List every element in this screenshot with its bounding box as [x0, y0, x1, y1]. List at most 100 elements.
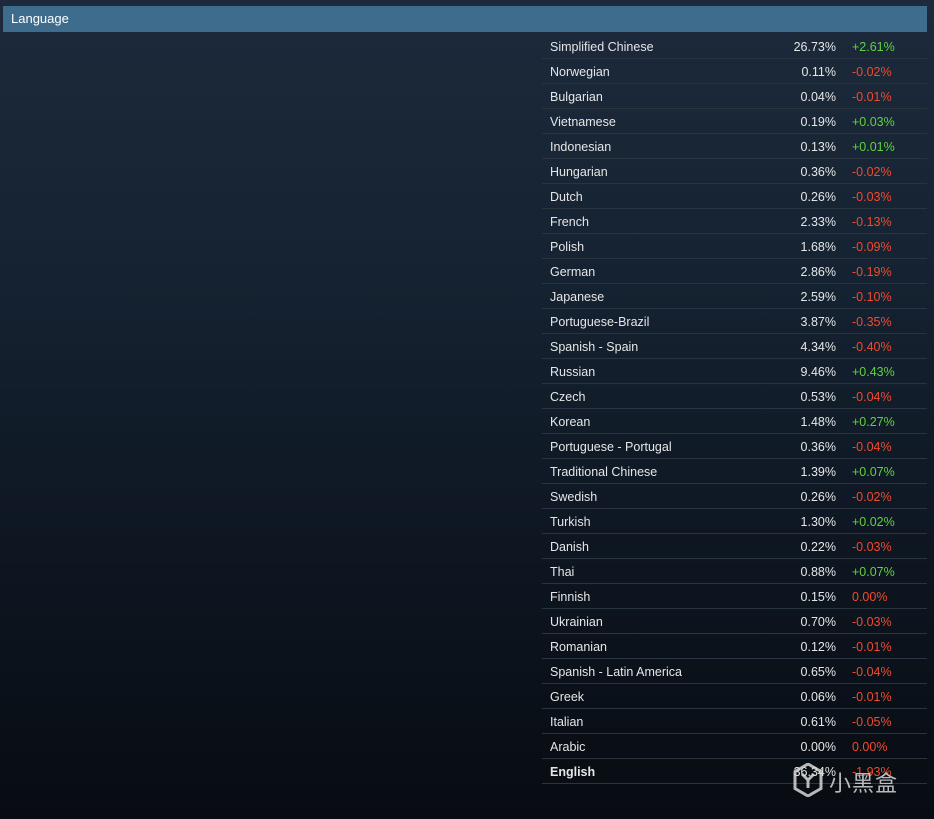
- language-percentage: 9.46%: [800, 365, 836, 379]
- language-change: +2.61%: [852, 40, 895, 54]
- language-name: Korean: [550, 415, 591, 429]
- heybox-logo-icon: [793, 761, 823, 802]
- language-percentage: 0.61%: [800, 715, 836, 729]
- language-percentage: 0.22%: [800, 540, 836, 554]
- language-percentage: 0.53%: [800, 390, 836, 404]
- language-row: Portuguese - Portugal 0.36% -0.04%: [542, 434, 927, 459]
- language-name: Turkish: [550, 515, 591, 529]
- language-name: Arabic: [550, 740, 586, 754]
- section-title: Language: [11, 11, 69, 26]
- language-percentage: 0.04%: [800, 90, 836, 104]
- language-percentage: 0.06%: [800, 690, 836, 704]
- language-row: Portuguese-Brazil 3.87% -0.35%: [542, 309, 927, 334]
- language-row: Thai 0.88% +0.07%: [542, 559, 927, 584]
- language-name: Polish: [550, 240, 585, 254]
- language-name: Bulgarian: [550, 90, 603, 104]
- language-row: Vietnamese 0.19% +0.03%: [542, 109, 927, 134]
- language-change: -0.03%: [852, 615, 892, 629]
- language-change: -0.04%: [852, 665, 892, 679]
- language-row: Japanese 2.59% -0.10%: [542, 284, 927, 309]
- language-row: Simplified Chinese 26.73% +2.61%: [542, 34, 927, 59]
- language-change: +0.07%: [852, 465, 895, 479]
- language-name: Greek: [550, 690, 585, 704]
- watermark-text: 小黑盒: [829, 771, 899, 796]
- language-percentage: 0.13%: [800, 140, 836, 154]
- language-change: -0.09%: [852, 240, 892, 254]
- language-change: -0.04%: [852, 440, 892, 454]
- language-name: Dutch: [550, 190, 583, 204]
- language-change: +0.02%: [852, 515, 895, 529]
- language-name: Japanese: [550, 290, 605, 304]
- language-change: +0.03%: [852, 115, 895, 129]
- language-percentage: 3.87%: [800, 315, 836, 329]
- language-row: Russian 9.46% +0.43%: [542, 359, 927, 384]
- language-percentage: 0.65%: [800, 665, 836, 679]
- language-row: Greek 0.06% -0.01%: [542, 684, 927, 709]
- language-change: -0.02%: [852, 490, 892, 504]
- language-name: Swedish: [550, 490, 598, 504]
- language-row: Polish 1.68% -0.09%: [542, 234, 927, 259]
- language-percentage: 0.11%: [801, 65, 836, 79]
- language-row: German 2.86% -0.19%: [542, 259, 927, 284]
- language-table: Simplified Chinese 26.73% +2.61% Norwegian 0…: [542, 34, 927, 784]
- language-change: -0.02%: [852, 165, 892, 179]
- language-change: -0.05%: [852, 715, 892, 729]
- language-row: Spanish - Spain 4.34% -0.40%: [542, 334, 927, 359]
- language-name: Finnish: [550, 590, 591, 604]
- language-percentage: 1.30%: [800, 515, 836, 529]
- language-name: Danish: [550, 540, 589, 554]
- language-name: Spanish - Latin America: [550, 665, 683, 679]
- language-percentage: 0.15%: [800, 590, 836, 604]
- language-percentage: 1.48%: [800, 415, 836, 429]
- language-change: -0.04%: [852, 390, 892, 404]
- language-percentage: 1.68%: [800, 240, 836, 254]
- language-change: -0.35%: [852, 315, 892, 329]
- language-row: Traditional Chinese 1.39% +0.07%: [542, 459, 927, 484]
- language-percentage: 1.39%: [800, 465, 836, 479]
- language-change: +0.43%: [852, 365, 895, 379]
- language-name: Portuguese-Brazil: [550, 315, 650, 329]
- language-row: Korean 1.48% +0.27%: [542, 409, 927, 434]
- language-change: -0.02%: [852, 65, 892, 79]
- language-name: Norwegian: [550, 65, 610, 79]
- language-percentage: 2.86%: [800, 265, 836, 279]
- language-name: Hungarian: [550, 165, 608, 179]
- language-percentage: 0.19%: [800, 115, 836, 129]
- language-row: Hungarian 0.36% -0.02%: [542, 159, 927, 184]
- language-change: -0.01%: [852, 640, 892, 654]
- language-name: Czech: [550, 390, 586, 404]
- language-name: Indonesian: [550, 140, 612, 154]
- language-change: -0.03%: [852, 190, 892, 204]
- language-name: Vietnamese: [550, 115, 616, 129]
- language-name: Simplified Chinese: [550, 40, 654, 54]
- language-name: Thai: [550, 565, 575, 579]
- language-row: Finnish 0.15% 0.00%: [542, 584, 927, 609]
- language-percentage: 26.73%: [793, 40, 836, 54]
- watermark: 小黑盒: [793, 761, 899, 802]
- language-percentage: 0.70%: [800, 615, 836, 629]
- language-change: -0.01%: [852, 690, 892, 704]
- language-row: Bulgarian 0.04% -0.01%: [542, 84, 927, 109]
- language-row: Romanian 0.12% -0.01%: [542, 634, 927, 659]
- language-row: Swedish 0.26% -0.02%: [542, 484, 927, 509]
- language-percentage: 4.34%: [800, 340, 836, 354]
- language-name: Russian: [550, 365, 596, 379]
- language-row: Norwegian 0.11% -0.02%: [542, 59, 927, 84]
- language-name: French: [550, 215, 589, 229]
- language-change: +0.07%: [852, 565, 895, 579]
- language-percentage: 0.12%: [800, 640, 836, 654]
- language-name: Romanian: [550, 640, 607, 654]
- language-row: Danish 0.22% -0.03%: [542, 534, 927, 559]
- language-percentage: 2.33%: [800, 215, 836, 229]
- language-section-header: Language: [3, 6, 927, 32]
- language-change: -0.10%: [852, 290, 892, 304]
- language-change: -0.13%: [852, 215, 892, 229]
- language-row: Italian 0.61% -0.05%: [542, 709, 927, 734]
- language-percentage: 0.36%: [800, 440, 836, 454]
- language-row: Spanish - Latin America 0.65% -0.04%: [542, 659, 927, 684]
- language-change: +0.27%: [852, 415, 895, 429]
- language-row: Turkish 1.30% +0.02%: [542, 509, 927, 534]
- language-change: -0.01%: [852, 90, 892, 104]
- language-percentage: 0.26%: [800, 490, 836, 504]
- language-change: -0.19%: [852, 265, 892, 279]
